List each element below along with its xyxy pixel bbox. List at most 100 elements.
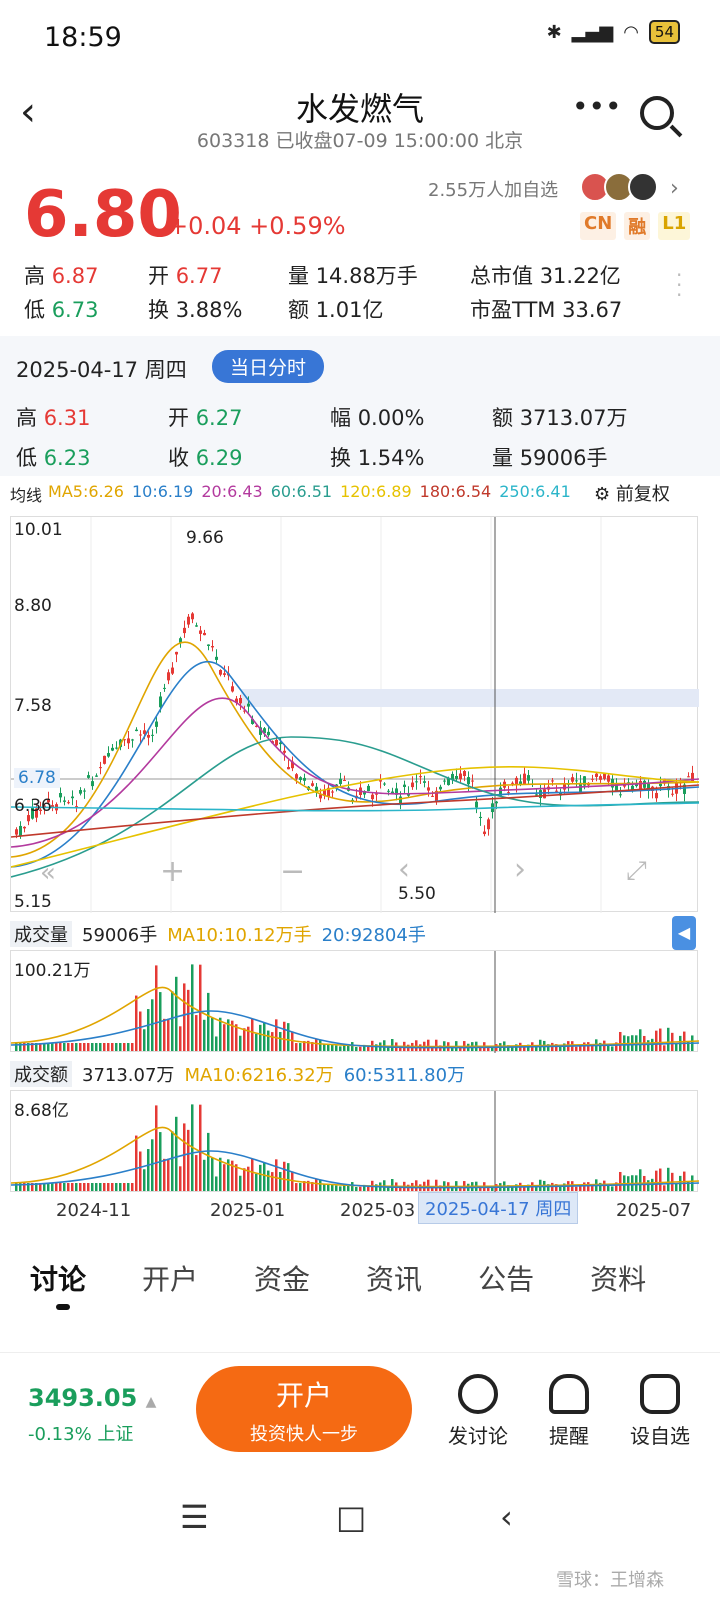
volume-bar <box>167 1018 170 1051</box>
volume-bar <box>215 1036 218 1051</box>
menu-icon[interactable]: ☰ <box>180 1498 209 1536</box>
candle-body <box>83 790 86 792</box>
ma-item: 250:6.41 <box>499 482 571 501</box>
volume-bar <box>135 995 138 1051</box>
add-watchlist-button[interactable]: 设自选 <box>622 1374 698 1449</box>
x-tick: 2025-01 <box>210 1200 286 1221</box>
back-nav-icon[interactable]: ‹ <box>500 1498 513 1536</box>
candle-body <box>199 630 202 634</box>
index-value[interactable]: 3493.05 ▲ <box>28 1384 156 1412</box>
remind-button[interactable]: 提醒 <box>534 1374 604 1449</box>
collapse-icon[interactable]: ◀ <box>672 916 696 950</box>
home-icon[interactable]: □ <box>336 1498 366 1536</box>
discuss-button[interactable]: 发讨论 <box>440 1374 516 1449</box>
x-tick: 2025-03 <box>340 1200 416 1221</box>
volume-bar <box>75 1183 78 1191</box>
volume-bar <box>199 1104 202 1191</box>
tab-profile[interactable]: 资料 <box>560 1258 672 1298</box>
volume-bar <box>163 1158 166 1191</box>
candle-body <box>671 793 674 795</box>
volume-bar <box>175 976 178 1051</box>
open-account-button[interactable]: 开户 投资快人一步 <box>196 1366 412 1452</box>
rewind-icon[interactable]: « <box>40 858 56 888</box>
candle-body <box>523 773 526 785</box>
candle-body <box>171 667 174 674</box>
volume-bar <box>135 1135 138 1191</box>
volume-bar <box>427 1179 430 1191</box>
volume-bar <box>435 1179 438 1191</box>
volume-bar <box>151 999 154 1051</box>
candle-body <box>371 794 374 800</box>
volume-ma-line <box>10 986 700 1048</box>
search-icon[interactable] <box>640 96 674 130</box>
candle-body <box>59 792 62 798</box>
open-account-sub: 投资快人一步 <box>250 1424 358 1445</box>
kline-chart[interactable] <box>10 516 700 913</box>
tab-discussion[interactable]: 讨论 <box>0 1258 112 1298</box>
tab-indicator <box>56 1304 70 1310</box>
candle-body <box>135 729 138 732</box>
tab-news[interactable]: 资讯 <box>336 1258 448 1298</box>
volume-bar <box>171 1131 174 1191</box>
volume-bar <box>123 1183 126 1191</box>
volume-bar <box>183 983 186 1051</box>
crosshair-date: 2025-04-17 周四 <box>418 1192 579 1224</box>
signal-icon: ▂▄▆ <box>571 21 614 43</box>
volume-bar <box>583 1042 586 1051</box>
volume-bar <box>287 1163 290 1191</box>
volume-bar <box>591 1186 594 1191</box>
candle-body <box>15 829 18 835</box>
watermark: 雪球：王增森 <box>556 1570 664 1591</box>
tab-open-account[interactable]: 开户 <box>112 1258 224 1298</box>
zoom-out-icon[interactable]: − <box>280 854 305 889</box>
volume-bar <box>211 1157 214 1191</box>
candle-body <box>155 721 158 727</box>
tab-funds[interactable]: 资金 <box>224 1258 336 1298</box>
volume-ma-line <box>10 1126 700 1188</box>
y-tick: 8.80 <box>14 596 52 616</box>
avatar <box>628 172 658 202</box>
volume-bar <box>179 1026 182 1051</box>
tab-announcements[interactable]: 公告 <box>448 1258 560 1298</box>
candle-body <box>423 781 426 783</box>
kline-svg <box>10 517 700 913</box>
volume-bar <box>355 1186 358 1191</box>
volume-bar <box>335 1185 338 1191</box>
volume-bar <box>315 1039 318 1051</box>
candle-body <box>427 787 430 791</box>
chevron-right-icon[interactable]: › <box>670 176 679 201</box>
next-icon[interactable]: › <box>514 852 526 887</box>
candle-body <box>483 831 486 835</box>
volume-bar <box>663 1185 666 1191</box>
zoom-in-icon[interactable]: + <box>160 854 185 889</box>
prev-icon[interactable]: ‹ <box>398 852 410 887</box>
candle-body <box>595 773 598 777</box>
fullscreen-icon[interactable]: ⤢ <box>626 856 647 887</box>
volume-bar <box>675 1043 678 1051</box>
volume-bar <box>367 1186 370 1191</box>
volume-max: 100.21万 <box>14 961 91 981</box>
candle-body <box>207 644 210 646</box>
x-tick: 2024-11 <box>56 1200 132 1221</box>
badge-cn: CN <box>580 212 617 240</box>
volume-legend: 成交量 59006手 MA10:10.12万手 20:92804手 <box>10 918 698 950</box>
candle-body <box>419 776 422 778</box>
volume-bar <box>335 1045 338 1051</box>
adjust-button[interactable]: ⚙ 前复权 <box>594 480 670 506</box>
volume-bar <box>99 1043 102 1051</box>
follower-avatars[interactable] <box>580 172 658 202</box>
volume-bar <box>95 1043 98 1051</box>
candle-body <box>415 781 418 783</box>
more-icon[interactable]: ••• <box>572 90 622 123</box>
stat-high: 高 6.87 <box>24 264 99 288</box>
day-turnover: 换 1.54% <box>330 446 425 470</box>
followers-count[interactable]: 2.55万人加自选 <box>428 176 558 202</box>
stat-turnover: 换 3.88% <box>148 298 243 322</box>
intraday-button[interactable]: 当日分时 <box>212 350 325 383</box>
candle-body <box>687 776 690 778</box>
candle-body <box>303 777 306 781</box>
expand-dots-icon[interactable]: · · · <box>676 265 682 305</box>
candle-body <box>275 739 278 746</box>
amount-ma10: MA10:6216.32万 <box>184 1065 334 1086</box>
ma-items: MA5:6.26 10:6.19 20:6.43 60:6.51 120:6.89 180… <box>48 482 571 506</box>
